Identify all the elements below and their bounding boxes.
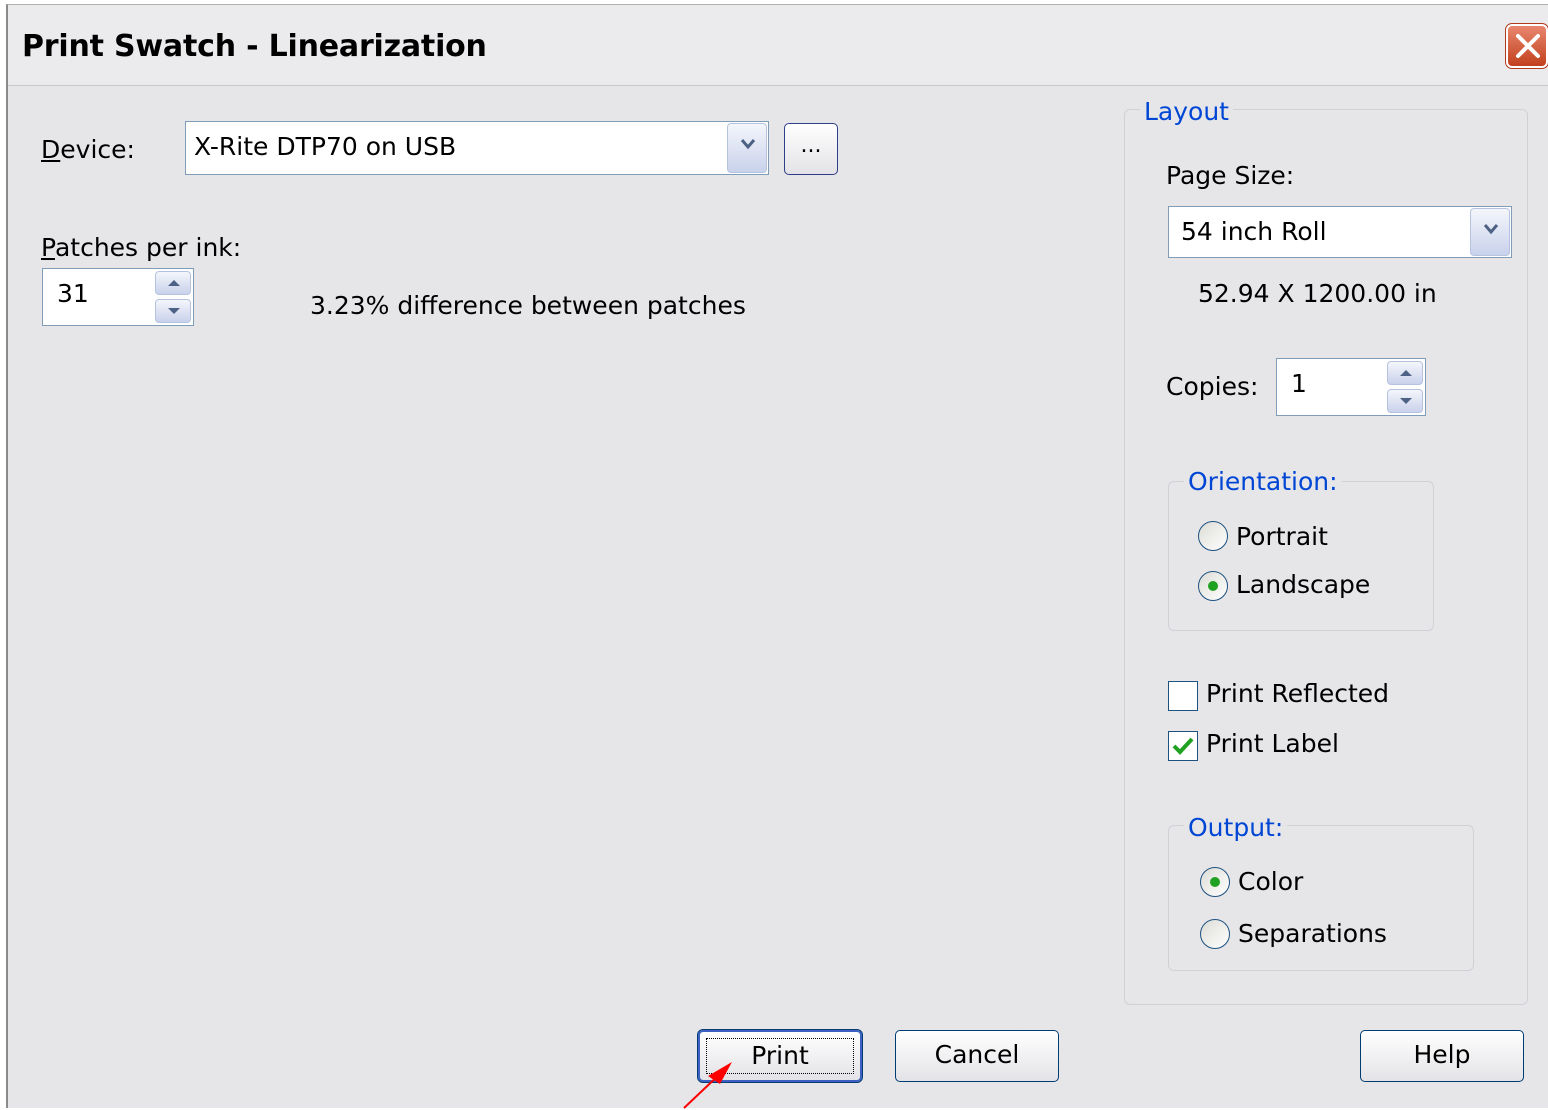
orientation-legend: Orientation: xyxy=(1184,467,1342,496)
arrow-up-icon xyxy=(168,280,180,286)
cancel-button-label: Cancel xyxy=(934,1040,1020,1069)
close-icon xyxy=(1516,34,1540,58)
color-radio[interactable] xyxy=(1200,867,1230,897)
help-button-label: Help xyxy=(1413,1040,1471,1069)
arrow-down-icon xyxy=(1400,398,1412,404)
color-label[interactable]: Color xyxy=(1238,867,1303,896)
patches-label-text: atches per ink: xyxy=(54,233,242,262)
print-label-label[interactable]: Print Label xyxy=(1206,729,1339,758)
layout-legend: Layout xyxy=(1140,97,1233,126)
output-legend: Output: xyxy=(1184,813,1288,842)
page-size-value: 54 inch Roll xyxy=(1181,217,1327,246)
copies-increment-button[interactable] xyxy=(1387,361,1423,385)
print-reflected-label[interactable]: Print Reflected xyxy=(1206,679,1389,708)
patches-spin-buttons[interactable] xyxy=(155,271,191,323)
radio-selected-dot xyxy=(1210,877,1220,887)
page-size-dropdown-button[interactable] xyxy=(1470,208,1510,256)
print-reflected-checkbox[interactable] xyxy=(1168,681,1198,711)
landscape-label[interactable]: Landscape xyxy=(1236,570,1370,599)
portrait-label[interactable]: Portrait xyxy=(1236,522,1328,551)
separations-label[interactable]: Separations xyxy=(1238,919,1387,948)
copies-decrement-button[interactable] xyxy=(1387,389,1423,413)
patches-value: 31 xyxy=(57,279,89,308)
copies-stepper[interactable]: 1 xyxy=(1276,358,1426,416)
patches-decrement-button[interactable] xyxy=(155,299,191,323)
print-swatch-dialog: Print Swatch - Linearization Device: X-R… xyxy=(6,4,1548,1108)
patches-difference-text: 3.23% difference between patches xyxy=(310,291,746,320)
close-button[interactable] xyxy=(1505,23,1548,69)
cancel-button[interactable]: Cancel xyxy=(895,1030,1059,1082)
radio-selected-dot xyxy=(1208,581,1218,591)
separations-radio[interactable] xyxy=(1200,919,1230,949)
orientation-group xyxy=(1168,481,1434,631)
device-label: Device: xyxy=(41,135,135,164)
patches-stepper[interactable]: 31 xyxy=(42,268,194,326)
portrait-radio[interactable] xyxy=(1198,521,1228,551)
device-browse-button[interactable]: ... xyxy=(784,123,838,175)
arrow-down-icon xyxy=(168,308,180,314)
page-dimensions: 52.94 X 1200.00 in xyxy=(1198,279,1437,308)
print-label-checkbox[interactable] xyxy=(1168,731,1198,761)
copies-value: 1 xyxy=(1291,369,1307,398)
help-button[interactable]: Help xyxy=(1360,1030,1524,1082)
patches-increment-button[interactable] xyxy=(155,271,191,295)
checkmark-icon xyxy=(1172,737,1194,755)
chevron-down-icon xyxy=(1483,224,1499,235)
copies-spin-buttons[interactable] xyxy=(1387,361,1423,413)
device-dropdown-button[interactable] xyxy=(727,123,767,173)
device-value: X-Rite DTP70 on USB xyxy=(194,132,457,161)
device-label-text: evice: xyxy=(60,135,135,164)
page-size-select[interactable]: 54 inch Roll xyxy=(1168,206,1512,258)
landscape-radio[interactable] xyxy=(1198,571,1228,601)
page-size-label: Page Size: xyxy=(1166,161,1295,190)
window-title: Print Swatch - Linearization xyxy=(22,29,487,64)
chevron-down-icon xyxy=(740,139,756,150)
copies-label: Copies: xyxy=(1166,372,1259,401)
patches-label: Patches per ink: xyxy=(41,233,242,262)
device-select[interactable]: X-Rite DTP70 on USB xyxy=(185,121,769,175)
annotation-arrow-icon xyxy=(683,1062,732,1109)
output-group xyxy=(1168,825,1474,971)
arrow-up-icon xyxy=(1400,370,1412,376)
title-bar[interactable]: Print Swatch - Linearization xyxy=(8,5,1548,86)
